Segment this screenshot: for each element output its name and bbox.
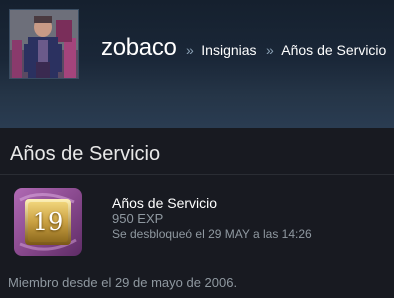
divider bbox=[0, 174, 394, 175]
badge-name: Años de Servicio bbox=[112, 195, 218, 211]
badge-level: 19 bbox=[32, 208, 64, 236]
avatar-image bbox=[10, 10, 78, 78]
avatar[interactable] bbox=[9, 9, 79, 79]
badge-detail-panel: Años de Servicio 19 Años de Servicio 950… bbox=[0, 128, 394, 298]
breadcrumb-separator: » bbox=[186, 42, 194, 58]
breadcrumb-current-badge-link[interactable]: Años de Servicio bbox=[281, 42, 386, 58]
breadcrumb-separator: » bbox=[266, 42, 274, 58]
breadcrumb-badges-link[interactable]: Insignias bbox=[201, 42, 256, 58]
page-title: Años de Servicio bbox=[10, 143, 161, 165]
profile-username-link[interactable]: zobaco bbox=[101, 34, 177, 61]
badge-xp: 950 EXP bbox=[112, 211, 164, 226]
profile-header: zobaco » Insignias » Años de Servicio bbox=[0, 0, 394, 128]
badge-unlock-date: Se desbloqueó el 29 MAY a las 14:26 bbox=[112, 227, 312, 241]
breadcrumb: zobaco » Insignias » Años de Servicio bbox=[101, 34, 386, 62]
years-of-service-badge-icon: 19 bbox=[12, 186, 84, 258]
member-since-text: Miembro desde el 29 de mayo de 2006. bbox=[8, 275, 238, 290]
